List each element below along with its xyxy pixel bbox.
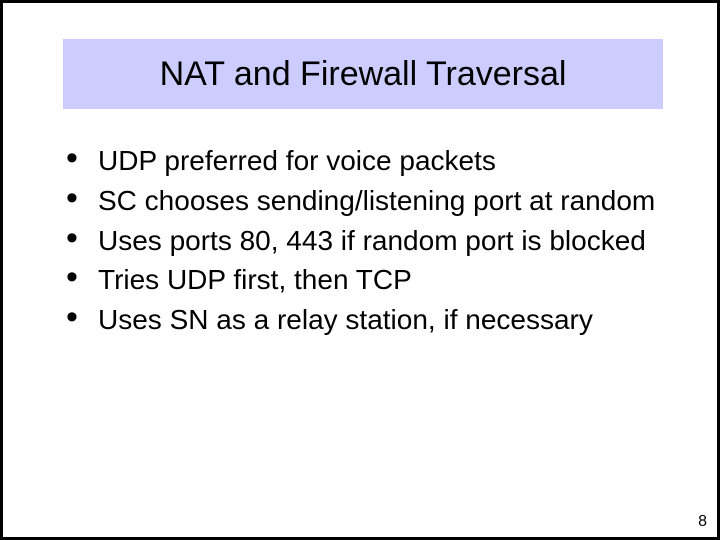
- slide-body: UDP preferred for voice packets SC choos…: [58, 143, 668, 342]
- list-item: Uses SN as a relay station, if necessary: [58, 302, 668, 338]
- list-item: SC chooses sending/listening port at ran…: [58, 183, 668, 219]
- slide-title: NAT and Firewall Traversal: [160, 55, 567, 94]
- page-number: 8: [698, 513, 707, 531]
- list-item: UDP preferred for voice packets: [58, 143, 668, 179]
- bullet-list: UDP preferred for voice packets SC choos…: [58, 143, 668, 338]
- title-banner: NAT and Firewall Traversal: [63, 39, 663, 109]
- list-item: Tries UDP first, then TCP: [58, 262, 668, 298]
- slide-frame: NAT and Firewall Traversal UDP preferred…: [0, 0, 720, 540]
- list-item: Uses ports 80, 443 if random port is blo…: [58, 223, 668, 259]
